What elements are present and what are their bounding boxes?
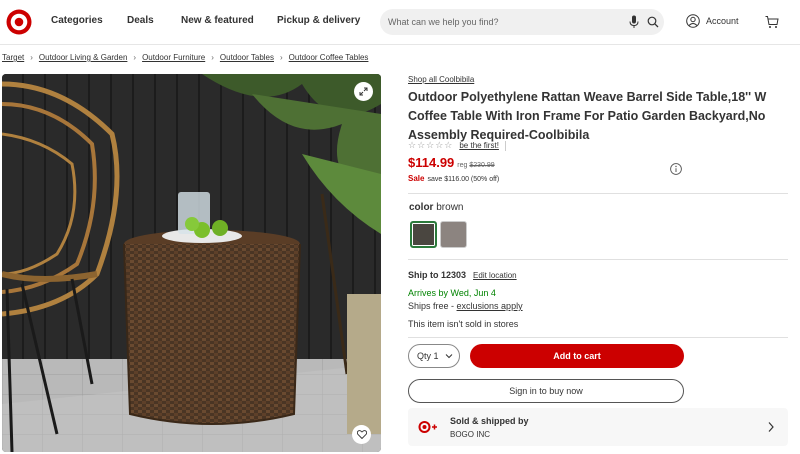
product-photo xyxy=(2,74,381,452)
search-bar xyxy=(380,9,664,35)
info-icon[interactable] xyxy=(670,163,682,175)
account-icon xyxy=(686,14,700,28)
regular-price-label: reg xyxy=(457,162,468,169)
chevron-right-icon: › xyxy=(280,53,283,62)
divider xyxy=(408,337,788,338)
regular-price-value: $230.99 xyxy=(469,162,495,169)
chevron-right-icon: › xyxy=(133,53,137,62)
microphone-icon[interactable] xyxy=(629,15,639,29)
breadcrumb: Target › Outdoor Living & Garden › Outdo… xyxy=(2,53,368,62)
breadcrumb-outdoor-living[interactable]: Outdoor Living & Garden xyxy=(39,53,128,62)
current-price: $114.99 xyxy=(408,155,455,170)
heart-icon xyxy=(356,430,367,439)
sale-info: Sale save $116.00 (50% off) xyxy=(408,174,499,183)
favorite-button[interactable] xyxy=(352,425,371,444)
cart-icon[interactable] xyxy=(765,15,779,29)
divider xyxy=(504,140,506,151)
color-swatch-gray[interactable] xyxy=(440,221,467,248)
seller-name: BOGO INC xyxy=(450,430,491,439)
save-amount: save $116.00 (50% off) xyxy=(427,176,500,183)
nav-new-featured[interactable]: New & featured xyxy=(181,15,254,26)
rating-stars-icon[interactable]: ☆☆☆☆☆ xyxy=(408,140,453,151)
sold-shipped-by-label: Sold & shipped by xyxy=(450,416,529,426)
ships-free: Ships free - exclusions apply xyxy=(408,301,523,311)
not-sold-in-stores: This item isn't sold in stores xyxy=(408,319,519,329)
color-label-value: brown xyxy=(436,202,464,213)
qty-value: 1 xyxy=(433,351,439,361)
chevron-right-icon: › xyxy=(30,53,33,62)
rating-row: ☆☆☆☆☆ be the first! xyxy=(408,140,506,151)
color-swatch-brown[interactable] xyxy=(410,221,437,248)
expand-image-button[interactable] xyxy=(354,82,373,101)
price-row: $114.99 reg $230.99 xyxy=(408,155,495,170)
regular-price: reg $230.99 xyxy=(457,162,494,169)
nav-deals[interactable]: Deals xyxy=(127,15,154,26)
chevron-right-icon: › xyxy=(211,53,214,62)
chevron-right-icon xyxy=(768,422,774,432)
product-image[interactable] xyxy=(2,74,381,452)
breadcrumb-outdoor-coffee-tables[interactable]: Outdoor Coffee Tables xyxy=(289,53,369,62)
account-button[interactable]: Account xyxy=(686,14,739,28)
color-label-key: color xyxy=(409,202,434,213)
target-plus-logo-icon xyxy=(418,421,437,433)
sign-in-to-buy-button[interactable]: Sign in to buy now xyxy=(408,379,684,403)
expand-icon xyxy=(359,87,368,96)
qty-label: Qty xyxy=(417,351,432,361)
ship-to-row: Ship to 12303 Edit location xyxy=(408,270,517,280)
divider xyxy=(408,193,788,194)
chevron-down-icon xyxy=(445,354,452,359)
sale-badge: Sale xyxy=(408,174,425,183)
search-icon[interactable] xyxy=(647,16,659,28)
edit-location-link[interactable]: Edit location xyxy=(473,271,517,280)
breadcrumb-target[interactable]: Target xyxy=(2,53,24,62)
site-header: Categories Deals New & featured Pickup &… xyxy=(0,0,800,45)
add-to-cart-button[interactable]: Add to cart xyxy=(470,344,684,368)
product-title: Outdoor Polyethylene Rattan Weave Barrel… xyxy=(408,90,767,142)
search-input[interactable] xyxy=(388,17,618,27)
color-label: color brown xyxy=(409,202,463,213)
shop-all-brand-link[interactable]: Shop all Coolbibila xyxy=(408,75,474,84)
divider xyxy=(408,259,788,260)
account-label: Account xyxy=(706,16,739,26)
exclusions-link[interactable]: exclusions apply xyxy=(457,301,523,311)
ships-free-label: Ships free - xyxy=(408,301,457,311)
be-first-review-link[interactable]: be the first! xyxy=(459,141,499,150)
ship-to-label: Ship to 12303 xyxy=(408,270,467,280)
nav-pickup-delivery[interactable]: Pickup & delivery xyxy=(277,15,360,26)
seller-card[interactable]: Sold & shipped by BOGO INC xyxy=(408,408,788,446)
breadcrumb-outdoor-furniture[interactable]: Outdoor Furniture xyxy=(142,53,205,62)
quantity-select[interactable]: Qty 1 xyxy=(408,344,460,368)
target-logo-icon[interactable] xyxy=(6,9,32,35)
arrival-date: Arrives by Wed, Jun 4 xyxy=(408,288,496,298)
breadcrumb-outdoor-tables[interactable]: Outdoor Tables xyxy=(220,53,274,62)
nav-categories[interactable]: Categories xyxy=(51,15,103,26)
